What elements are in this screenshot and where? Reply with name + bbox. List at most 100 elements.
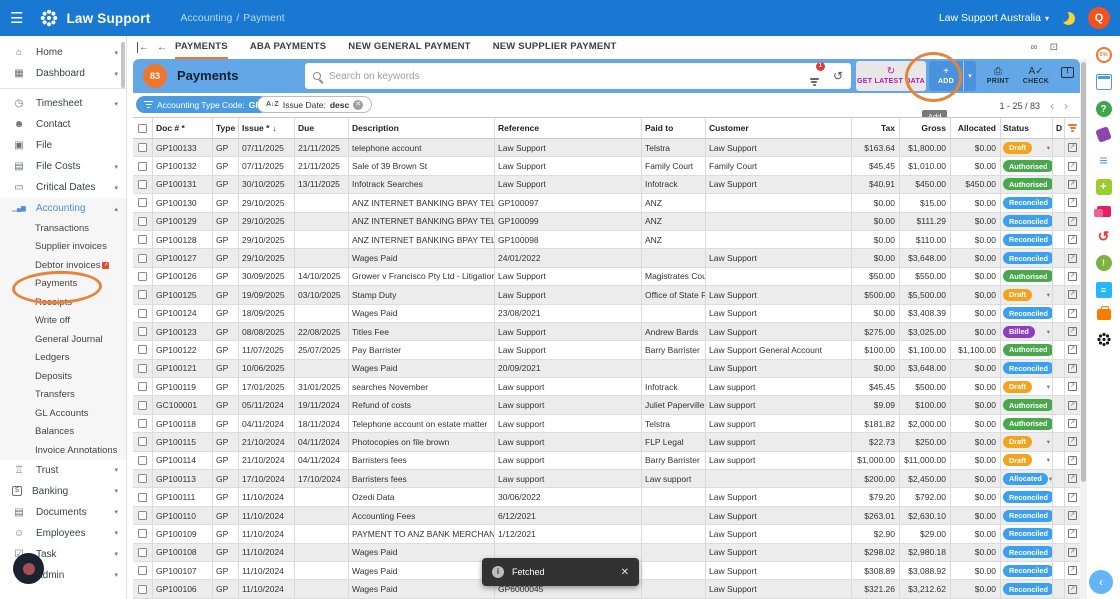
column-header-tax[interactable]: Tax [852, 118, 900, 138]
add-dropdown-caret[interactable]: ▾ [963, 61, 976, 91]
open-record-icon[interactable]: ↗ [1068, 401, 1077, 410]
briefcase-icon[interactable] [1097, 309, 1111, 320]
sidebar-subitem-receipts[interactable]: Receipts [0, 293, 126, 312]
row-checkbox[interactable] [138, 143, 147, 152]
tab-payments[interactable]: PAYMENTS [175, 36, 228, 59]
sidebar-item-critical-dates[interactable]: ▭Critical Dates▾ [0, 177, 126, 198]
sidebar-subitem-write-off[interactable]: Write off [0, 312, 126, 331]
breadcrumb-parent[interactable]: Accounting [180, 12, 232, 24]
avatar[interactable]: Q [1088, 7, 1110, 29]
column-header-status[interactable]: Status [1001, 118, 1053, 138]
accounting-type-filter-chip[interactable]: Accounting Type Code:GP [136, 96, 269, 113]
table-scrollbar-track[interactable] [1080, 59, 1087, 599]
law-support-logo-icon[interactable] [1096, 331, 1112, 347]
row-checkbox[interactable] [138, 254, 147, 263]
table-row-GP100131[interactable]: GP100131GP30/10/202513/11/2025Infotrack … [133, 176, 1080, 194]
status-badge[interactable]: Reconciled [1003, 546, 1053, 558]
dark-mode-toggle-icon[interactable] [1062, 12, 1075, 25]
open-record-icon[interactable]: ↗ [1068, 364, 1077, 373]
table-row-GC100001[interactable]: GC100001GP05/11/202419/11/2024Refund of … [133, 396, 1080, 414]
org-selector[interactable]: Law Support Australia ▾ [939, 12, 1049, 24]
collapse-rail-button[interactable]: ‹ [1089, 570, 1113, 594]
status-badge[interactable]: Draft [1003, 454, 1032, 466]
table-scrollbar-thumb[interactable] [1081, 62, 1086, 482]
get-latest-data-button[interactable]: ↻ GET LATEST DATA [856, 61, 926, 91]
open-record-icon[interactable]: ↗ [1068, 198, 1077, 207]
previous-page-icon[interactable]: ‹ [1050, 99, 1054, 113]
row-checkbox[interactable] [138, 364, 147, 373]
sidebar-item-accounting[interactable]: ▁▄▆Accounting▴ [0, 198, 126, 219]
print-button[interactable]: ⎙ PRINT [980, 61, 1016, 91]
status-badge[interactable]: Reconciled [1003, 234, 1053, 246]
row-checkbox[interactable] [138, 235, 147, 244]
row-checkbox[interactable] [138, 272, 147, 281]
table-row-GP100125[interactable]: GP100125GP19/09/202503/10/2025Stamp Duty… [133, 286, 1080, 304]
column-header-doc[interactable]: Doc # * [153, 118, 213, 138]
sidebar-item-home[interactable]: ⌂Home▾ [0, 42, 126, 63]
table-row-GP100110[interactable]: GP100110GP11/10/2024Accounting Fees6/12/… [133, 507, 1080, 525]
fullscreen-icon[interactable]: ⊡ [1050, 42, 1058, 53]
open-record-icon[interactable]: ↗ [1068, 585, 1077, 594]
sidebar-scrollbar[interactable] [121, 42, 125, 88]
history-icon[interactable]: ↺ [833, 69, 843, 83]
sidebar-subitem-payments[interactable]: Payments [0, 275, 126, 294]
open-record-icon[interactable]: ↗ [1068, 254, 1077, 263]
column-header-paid[interactable]: Paid to [642, 118, 706, 138]
status-badge[interactable]: Reconciled [1003, 252, 1053, 264]
next-page-icon[interactable]: › [1064, 99, 1068, 113]
add-button[interactable]: + ADD [929, 61, 963, 91]
status-dropdown-icon[interactable]: ▾ [1046, 456, 1050, 464]
table-row-GP100123[interactable]: GP100123GP08/08/202522/08/2025Titles Fee… [133, 323, 1080, 341]
issue-date-sort-chip[interactable]: A↓Z Issue Date:desc ✕ [257, 96, 372, 113]
open-record-icon[interactable]: ↗ [1068, 345, 1077, 354]
sidebar-subitem-invoice-annotations[interactable]: Invoice Annotations [0, 441, 126, 460]
table-row-GP100111[interactable]: GP100111GP11/10/2024Ozedi Data30/06/2022… [133, 488, 1080, 506]
status-badge[interactable]: Billed [1003, 326, 1035, 338]
row-checkbox[interactable] [138, 309, 147, 318]
row-checkbox[interactable] [138, 382, 147, 391]
table-row-GP100122[interactable]: GP100122GP11/07/202525/07/2025Pay Barris… [133, 341, 1080, 359]
status-badge[interactable]: Reconciled [1003, 528, 1053, 540]
sidebar-subitem-transactions[interactable]: Transactions [0, 219, 126, 238]
select-all-checkbox[interactable] [138, 124, 147, 133]
status-badge[interactable]: Reconciled [1003, 583, 1053, 595]
alert-icon[interactable]: ! [1096, 255, 1112, 271]
notes-icon[interactable]: ≡ [1096, 152, 1112, 168]
status-dropdown-icon[interactable]: ▾ [1048, 475, 1052, 483]
row-checkbox[interactable] [138, 401, 147, 410]
open-record-icon[interactable]: ↗ [1068, 382, 1077, 391]
row-checkbox[interactable] [138, 474, 147, 483]
open-record-icon[interactable]: ↗ [1068, 474, 1077, 483]
tab-aba-payments[interactable]: ABA PAYMENTS [250, 36, 326, 59]
status-dropdown-icon[interactable]: ▾ [1046, 328, 1050, 336]
column-header-cust[interactable]: Customer [706, 118, 852, 138]
check-button[interactable]: A✓ CHECK [1017, 61, 1055, 91]
row-checkbox[interactable] [138, 456, 147, 465]
sidebar-item-file-costs[interactable]: ▤File Costs▾ [0, 156, 126, 177]
table-row-GP100127[interactable]: GP100127GP29/10/2025Wages Paid24/01/2022… [133, 249, 1080, 267]
table-row-GP100118[interactable]: GP100118GP04/11/202418/11/2024Telephone … [133, 415, 1080, 433]
status-badge[interactable]: Reconciled [1003, 362, 1053, 374]
menu-icon[interactable]: ☰ [10, 9, 23, 27]
status-badge[interactable]: Draft [1003, 436, 1032, 448]
close-icon[interactable]: ✕ [353, 100, 363, 110]
column-header-issue[interactable]: Issue *↓ [239, 118, 295, 138]
row-checkbox[interactable] [138, 162, 147, 171]
sidebar-item-banking[interactable]: $Banking▾ [0, 481, 126, 502]
open-record-icon[interactable]: ↗ [1068, 511, 1077, 520]
open-record-icon[interactable]: ↗ [1068, 493, 1077, 502]
row-checkbox[interactable] [138, 290, 147, 299]
sidebar-subitem-debtor-invoices[interactable]: Debtor invoices↗ [0, 256, 126, 275]
table-row-GP100129[interactable]: GP100129GP29/10/2025ANZ INTERNET BANKING… [133, 213, 1080, 231]
status-badge[interactable]: Reconciled [1003, 307, 1053, 319]
open-record-icon[interactable]: ↗ [1068, 456, 1077, 465]
open-record-icon[interactable]: ↗ [1068, 566, 1077, 575]
row-checkbox[interactable] [138, 566, 147, 575]
row-checkbox[interactable] [138, 437, 147, 446]
status-badge[interactable]: Allocated [1003, 473, 1048, 485]
table-row-GP100119[interactable]: GP100119GP17/01/202531/01/2025searches N… [133, 378, 1080, 396]
sidebar-subitem-balances[interactable]: Balances [0, 423, 126, 442]
status-badge[interactable]: Draft [1003, 381, 1032, 393]
sidebar-subitem-transfers[interactable]: Transfers [0, 386, 126, 405]
help-icon[interactable]: ? [1096, 101, 1112, 117]
